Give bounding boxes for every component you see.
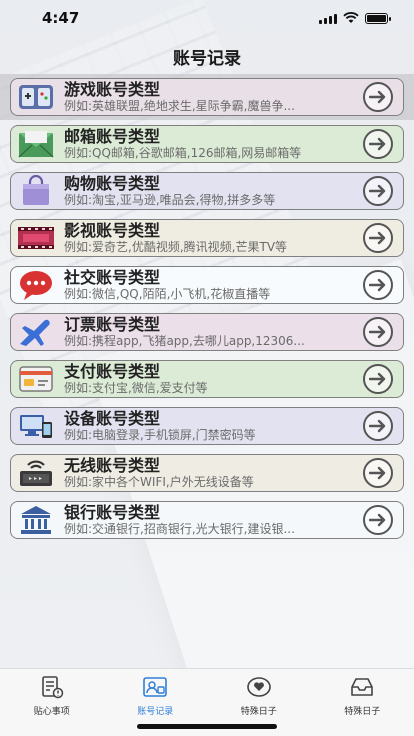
- arrow-right-icon[interactable]: [363, 317, 393, 347]
- item-title: 设备账号类型: [64, 409, 161, 428]
- item-card[interactable]: 邮箱账号类型 例如:QQ邮箱,谷歌邮箱,126邮箱,网易邮箱等: [10, 125, 404, 163]
- item-subtitle: 例如:爱奇艺,优酷视频,腾讯视频,芒果TV等: [64, 240, 288, 254]
- list-item-bank[interactable]: 银行账号类型 例如:交通银行,招商银行,光大银行,建设银...: [0, 497, 414, 543]
- arrow-right-icon[interactable]: [363, 364, 393, 394]
- tab-reminders[interactable]: 贴心事项: [0, 669, 104, 736]
- battery-icon: [365, 12, 391, 24]
- account-record-icon: [142, 675, 168, 699]
- list-item-wireless[interactable]: 无线账号类型 例如:家中各个WIFI,户外无线设备等: [0, 450, 414, 496]
- item-subtitle: 例如:交通银行,招商银行,光大银行,建设银...: [64, 522, 295, 536]
- item-card[interactable]: 银行账号类型 例如:交通银行,招商银行,光大银行,建设银...: [10, 501, 404, 539]
- item-subtitle: 例如:支付宝,微信,爱支付等: [64, 381, 208, 395]
- list-item-video[interactable]: 影视账号类型 例如:爱奇艺,优酷视频,腾讯视频,芒果TV等: [0, 215, 414, 261]
- item-card[interactable]: 设备账号类型 例如:电脑登录,手机锁屏,门禁密码等: [10, 407, 404, 445]
- arrow-right-icon[interactable]: [363, 458, 393, 488]
- item-card[interactable]: 无线账号类型 例如:家中各个WIFI,户外无线设备等: [10, 454, 404, 492]
- list-item-device[interactable]: 设备账号类型 例如:电脑登录,手机锁屏,门禁密码等: [0, 403, 414, 449]
- item-card[interactable]: 影视账号类型 例如:爱奇艺,优酷视频,腾讯视频,芒果TV等: [10, 219, 404, 257]
- list-item-mail[interactable]: 邮箱账号类型 例如:QQ邮箱,谷歌邮箱,126邮箱,网易邮箱等: [0, 121, 414, 167]
- item-title: 邮箱账号类型: [64, 127, 161, 146]
- list-item-payment[interactable]: 支付账号类型 例如:支付宝,微信,爱支付等: [0, 356, 414, 402]
- item-card[interactable]: 社交账号类型 例如:微信,QQ,陌陌,小飞机,花椒直播等: [10, 266, 404, 304]
- item-subtitle: 例如:电脑登录,手机锁屏,门禁密码等: [64, 428, 256, 442]
- arrow-right-icon[interactable]: [363, 223, 393, 253]
- shopping-bag-icon: [16, 175, 56, 207]
- page-title: 账号记录: [173, 49, 241, 69]
- airplane-icon: [16, 316, 56, 348]
- notes-icon: [39, 675, 65, 699]
- item-subtitle: 例如:淘宝,亚马逊,唯品会,得物,拼多多等: [64, 193, 276, 207]
- tab-label: 特殊日子: [344, 707, 381, 717]
- item-title: 银行账号类型: [64, 503, 161, 522]
- list-item-shopping[interactable]: 购物账号类型 例如:淘宝,亚马逊,唯品会,得物,拼多多等: [0, 168, 414, 214]
- bank-icon: [16, 504, 56, 536]
- status-time: 4:47: [42, 9, 80, 27]
- wifi-router-icon: [16, 457, 56, 489]
- item-title: 支付账号类型: [64, 362, 161, 381]
- arrow-right-icon[interactable]: [363, 270, 393, 300]
- status-bar: 4:47: [0, 0, 414, 36]
- wifi-icon: [343, 12, 359, 23]
- item-title: 订票账号类型: [64, 315, 161, 334]
- item-title: 影视账号类型: [64, 221, 161, 240]
- envelope-icon: [16, 128, 56, 160]
- payment-card-icon: [16, 363, 56, 395]
- heart-day-icon: [246, 675, 272, 699]
- tab-label: 特殊日子: [240, 707, 277, 717]
- devices-icon: [16, 410, 56, 442]
- item-subtitle: 例如:携程app,飞猪app,去哪儿app,12306...: [64, 334, 305, 348]
- item-title: 游戏账号类型: [64, 80, 161, 99]
- inbox-tray-icon: [349, 675, 375, 699]
- item-title: 无线账号类型: [64, 456, 161, 475]
- list-item-game[interactable]: 游戏账号类型 例如:英雄联盟,绝地求生,星际争霸,魔兽争...: [0, 74, 414, 120]
- list-item-social[interactable]: 社交账号类型 例如:微信,QQ,陌陌,小飞机,花椒直播等: [0, 262, 414, 308]
- chat-bubble-icon: [16, 269, 56, 301]
- arrow-right-icon[interactable]: [363, 82, 393, 112]
- item-subtitle: 例如:英雄联盟,绝地求生,星际争霸,魔兽争...: [64, 99, 295, 113]
- arrow-right-icon[interactable]: [363, 129, 393, 159]
- film-icon: [16, 222, 56, 254]
- item-subtitle: 例如:QQ邮箱,谷歌邮箱,126邮箱,网易邮箱等: [64, 146, 302, 160]
- arrow-right-icon[interactable]: [363, 411, 393, 441]
- tab-label: 贴心事项: [33, 707, 70, 717]
- item-title: 社交账号类型: [64, 268, 161, 287]
- status-icons: [319, 12, 391, 24]
- item-title: 购物账号类型: [64, 174, 161, 193]
- home-indicator[interactable]: [137, 724, 277, 729]
- cellular-signal-icon: [319, 13, 337, 24]
- arrow-right-icon[interactable]: [363, 505, 393, 535]
- list-item-ticket[interactable]: 订票账号类型 例如:携程app,飞猪app,去哪儿app,12306...: [0, 309, 414, 355]
- gamepad-icon: [16, 81, 56, 113]
- arrow-right-icon[interactable]: [363, 176, 393, 206]
- item-subtitle: 例如:家中各个WIFI,户外无线设备等: [64, 475, 254, 489]
- item-card[interactable]: 订票账号类型 例如:携程app,飞猪app,去哪儿app,12306...: [10, 313, 404, 351]
- item-card[interactable]: 购物账号类型 例如:淘宝,亚马逊,唯品会,得物,拼多多等: [10, 172, 404, 210]
- tab-special-days-2[interactable]: 特殊日子: [311, 669, 414, 736]
- item-card[interactable]: 支付账号类型 例如:支付宝,微信,爱支付等: [10, 360, 404, 398]
- item-subtitle: 例如:微信,QQ,陌陌,小飞机,花椒直播等: [64, 287, 271, 301]
- tab-label: 账号记录: [137, 707, 174, 717]
- item-card[interactable]: 游戏账号类型 例如:英雄联盟,绝地求生,星际争霸,魔兽争...: [10, 78, 404, 116]
